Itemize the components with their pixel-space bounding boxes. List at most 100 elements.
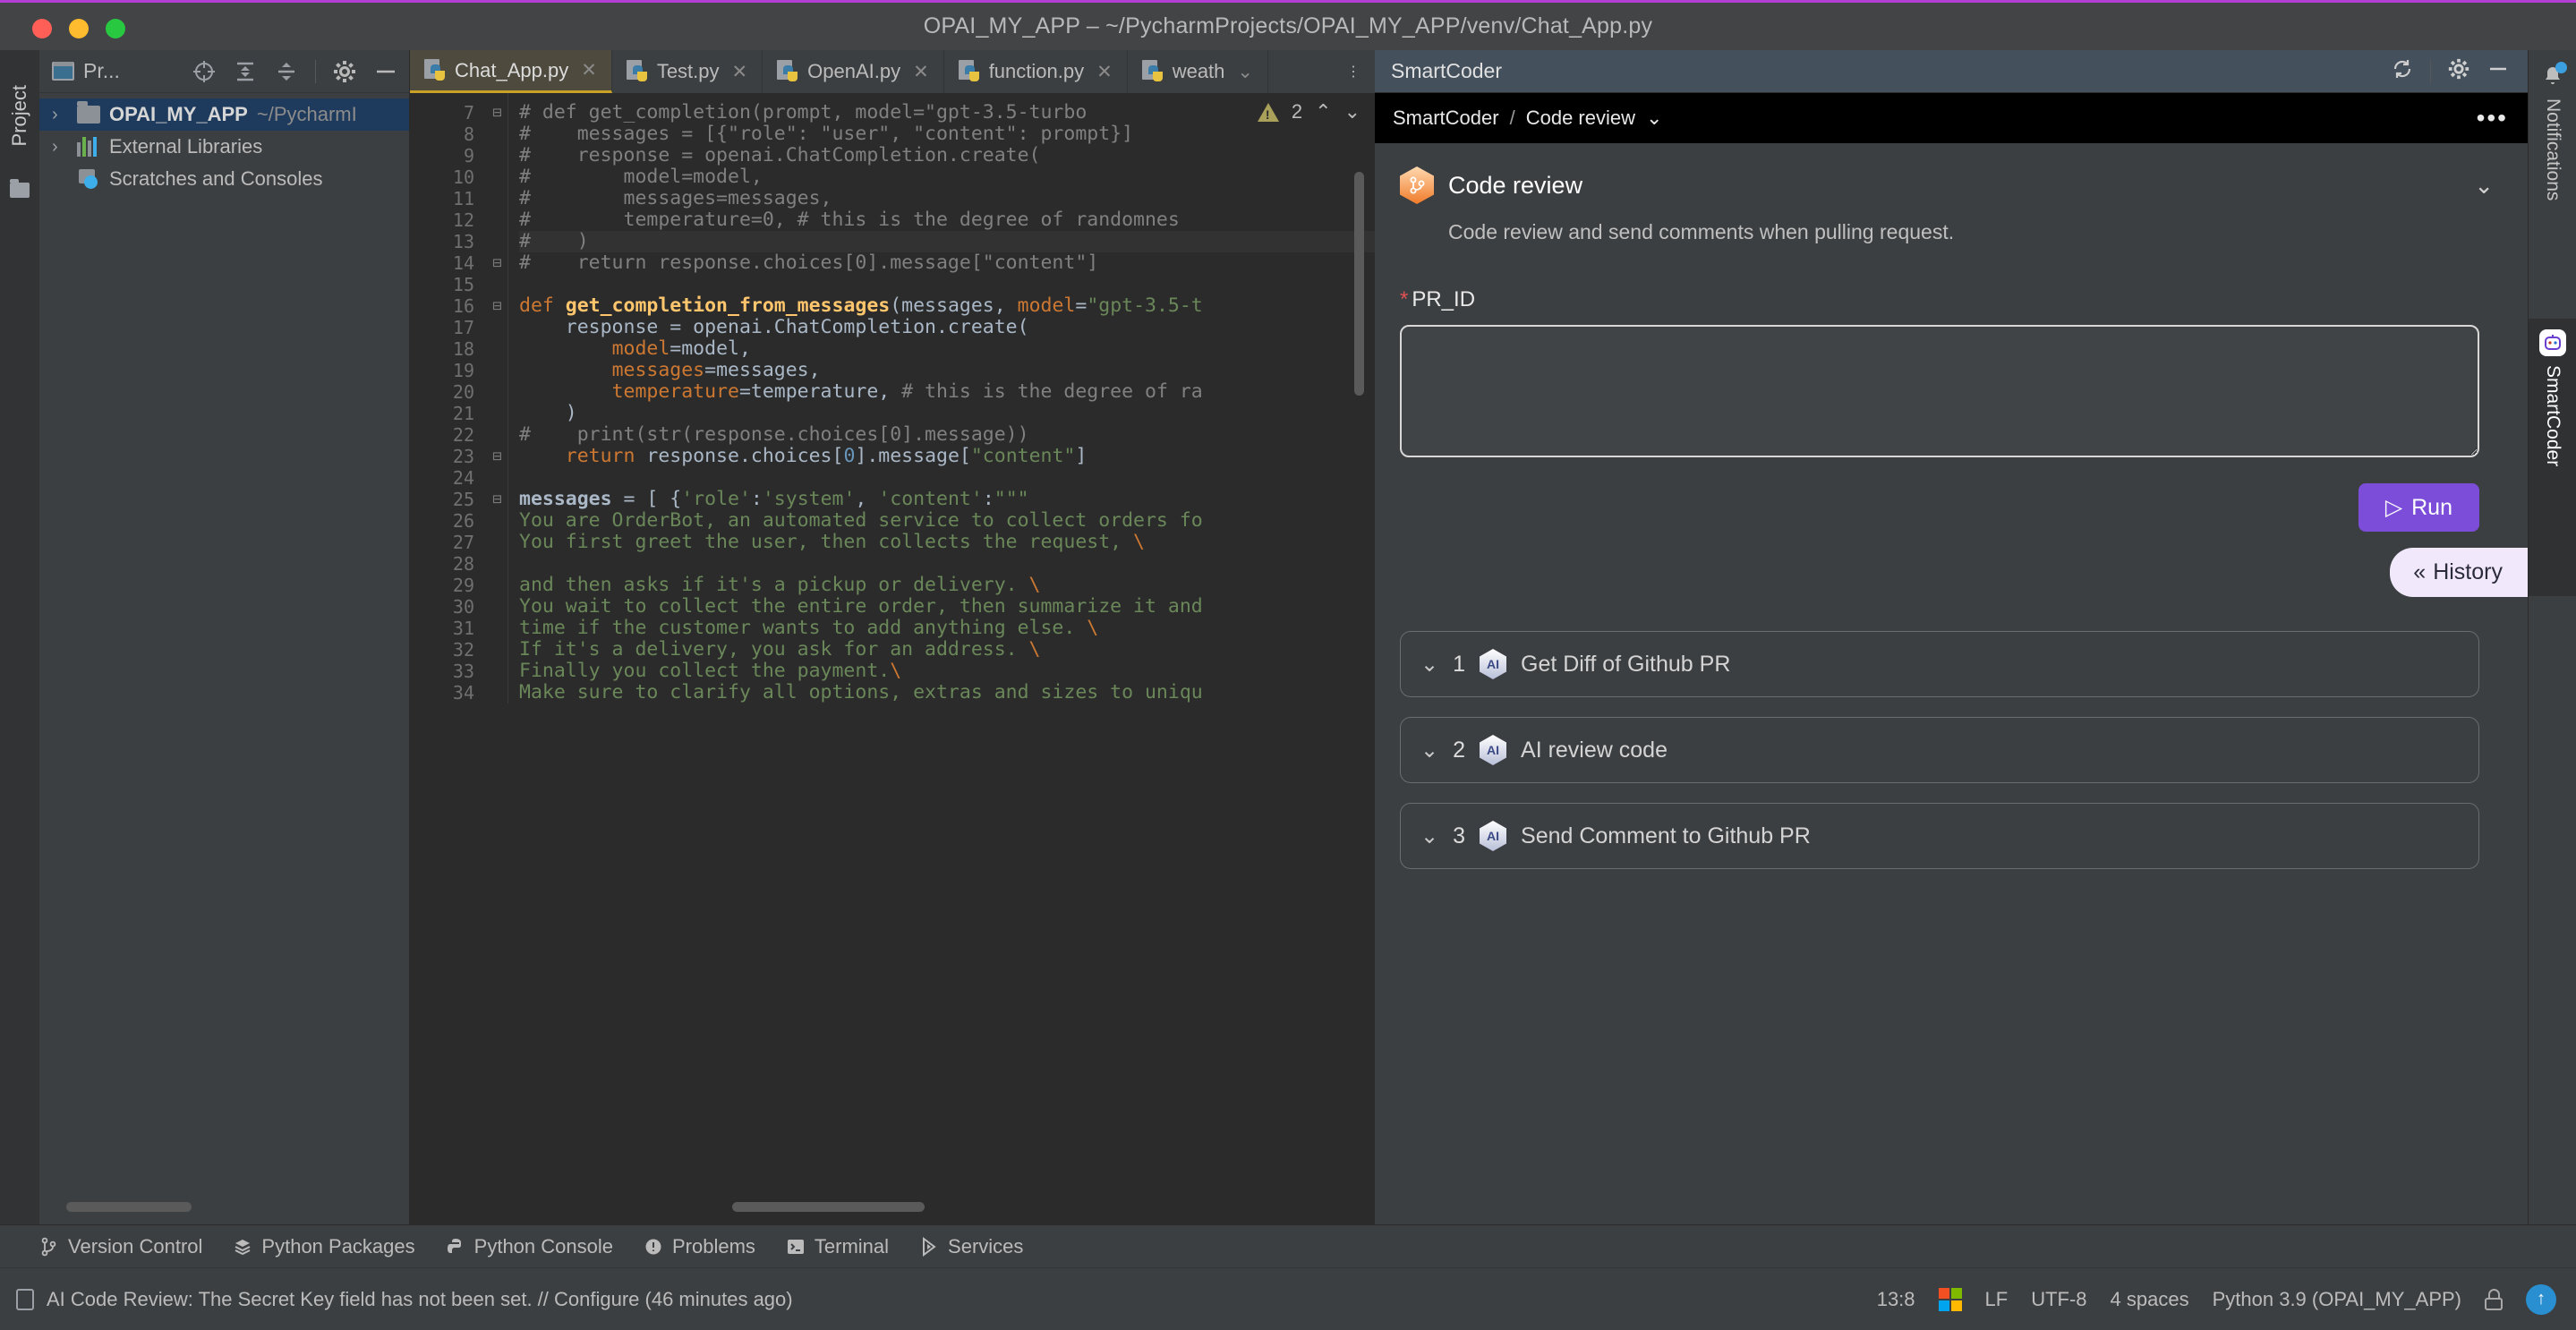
code-line[interactable]: messages=messages,	[519, 360, 1375, 381]
code-line[interactable]	[519, 467, 1375, 489]
file-encoding[interactable]: UTF-8	[2031, 1288, 2086, 1311]
editor-tab-function[interactable]: function.py ✕	[944, 50, 1128, 93]
code-line[interactable]: model=model,	[519, 338, 1375, 360]
maximize-window-button[interactable]	[106, 19, 125, 38]
refresh-icon[interactable]	[2391, 57, 2414, 85]
update-arrow-icon[interactable]: ↑	[2526, 1283, 2556, 1315]
code-line[interactable]: # )	[519, 231, 1375, 252]
locate-target-icon[interactable]	[192, 59, 217, 84]
close-tab-icon[interactable]: ✕	[732, 61, 748, 83]
code-line[interactable]: Make sure to clarify all options, extras…	[519, 682, 1375, 703]
code-line[interactable]: return response.choices[0].message["cont…	[519, 446, 1375, 467]
code-fold-toggle[interactable]: ⊟	[487, 489, 508, 510]
close-tab-icon[interactable]: ✕	[913, 61, 929, 83]
code-line[interactable]: # def get_completion(prompt, model="gpt-…	[519, 102, 1375, 124]
sidebar-tab-notifications[interactable]: Notifications	[2529, 54, 2576, 313]
close-tab-icon[interactable]: ✕	[1096, 61, 1113, 83]
code-line[interactable]: You first greet the user, then collects …	[519, 532, 1375, 553]
python-interpreter[interactable]: Python 3.9 (OPAI_MY_APP)	[2213, 1288, 2461, 1311]
code-line[interactable]: # model=model,	[519, 166, 1375, 188]
chevron-down-icon[interactable]: ⌄	[1646, 107, 1662, 130]
breadcrumb-root[interactable]: SmartCoder	[1393, 107, 1499, 130]
next-problem-icon[interactable]: ⌄	[1344, 100, 1361, 124]
close-window-button[interactable]	[32, 19, 52, 38]
code-line[interactable]: # messages=messages,	[519, 188, 1375, 209]
chevron-right-icon[interactable]: ›	[52, 138, 68, 156]
collapse-all-icon[interactable]	[274, 59, 299, 84]
code-line[interactable]: Finally you collect the payment.\	[519, 661, 1375, 682]
step-card-3[interactable]: ⌄ 3 AI Send Comment to Github PR	[1400, 803, 2479, 869]
code-line[interactable]: If it's a delivery, you ask for an addre…	[519, 639, 1375, 661]
hide-panel-icon[interactable]	[2486, 57, 2510, 85]
code-line[interactable]: temperature=temperature, # this is the d…	[519, 381, 1375, 403]
tool-button-python-packages[interactable]: Python Packages	[233, 1235, 415, 1258]
more-options-icon[interactable]: •••	[2477, 104, 2528, 132]
editor-tab-openai[interactable]: OpenAI.py ✕	[763, 50, 944, 93]
code-line[interactable]: # print(str(response.choices[0].message)…	[519, 424, 1375, 446]
editor-horizontal-scrollbar[interactable]	[732, 1202, 925, 1212]
minimize-window-button[interactable]	[69, 19, 89, 38]
tab-overflow-menu-icon[interactable]: ⋮	[1332, 50, 1375, 93]
tool-button-version-control[interactable]: Version Control	[39, 1235, 202, 1258]
code-line[interactable]: messages = [ {'role':'system', 'content'…	[519, 489, 1375, 510]
code-line[interactable]: )	[519, 403, 1375, 424]
gear-icon[interactable]	[332, 59, 357, 84]
hide-panel-icon[interactable]	[373, 59, 398, 84]
chevron-down-icon[interactable]: ⌄	[2474, 172, 2501, 200]
window-controls[interactable]	[32, 19, 125, 38]
step-card-2[interactable]: ⌄ 2 AI AI review code	[1400, 717, 2479, 783]
prev-problem-icon[interactable]: ⌃	[1315, 100, 1331, 124]
code-fold-toggle[interactable]: ⊟	[487, 446, 508, 467]
editor-tab-test[interactable]: Test.py ✕	[612, 50, 763, 93]
code-line[interactable]: # response = openai.ChatCompletion.creat…	[519, 145, 1375, 166]
lock-icon[interactable]	[2485, 1288, 2503, 1310]
chevron-down-icon[interactable]: ⌄	[1420, 823, 1438, 849]
editor-tab-chat-app[interactable]: Chat_App.py ✕	[410, 50, 612, 93]
code-fold-gutter[interactable]: ⊟ ⊟ ⊟ ⊟ ⊟	[487, 93, 508, 703]
folder-icon[interactable]	[10, 179, 30, 198]
code-fold-toggle[interactable]: ⊟	[487, 295, 508, 317]
chevron-down-icon[interactable]: ⌄	[1420, 737, 1438, 763]
code-line[interactable]: def get_completion_from_messages(message…	[519, 295, 1375, 317]
caret-position[interactable]: 13:8	[1877, 1288, 1915, 1311]
sidebar-tab-project[interactable]: Project	[0, 57, 39, 174]
pr-id-input[interactable]	[1400, 325, 2479, 457]
editor-inspection-widget[interactable]: 2 ⌃ ⌄	[1257, 100, 1361, 124]
code-line[interactable]	[519, 274, 1375, 295]
status-message-group[interactable]: AI Code Review: The Secret Key field has…	[16, 1288, 793, 1311]
chevron-down-icon[interactable]: ⌄	[1420, 652, 1438, 678]
tree-item-scratches-and-consoles[interactable]: Scratches and Consoles	[39, 163, 409, 195]
editor-vertical-scrollbar[interactable]	[1354, 172, 1364, 396]
editor-tab-weather[interactable]: weath ⌄	[1128, 50, 1269, 93]
line-separator[interactable]: LF	[1985, 1288, 2009, 1311]
code-fold-toggle[interactable]: ⊟	[487, 102, 508, 124]
chevron-down-icon[interactable]: ⌄	[1237, 61, 1253, 83]
step-card-1[interactable]: ⌄ 1 AI Get Diff of Github PR	[1400, 631, 2479, 697]
code-line[interactable]: response = openai.ChatCompletion.create(	[519, 317, 1375, 338]
sidebar-tab-smartcoder[interactable]: SmartCoder	[2529, 319, 2576, 596]
code-line[interactable]: You are OrderBot, an automated service t…	[519, 510, 1375, 532]
tool-button-python-console[interactable]: Python Console	[446, 1235, 613, 1258]
code-editor[interactable]: 2 ⌃ ⌄ 7891011121314151617181920212223242…	[410, 93, 1375, 1224]
code-line[interactable]: time if the customer wants to add anythi…	[519, 618, 1375, 639]
code-line[interactable]: # messages = [{"role": "user", "content"…	[519, 124, 1375, 145]
close-tab-icon[interactable]: ✕	[581, 59, 597, 81]
code-line[interactable]: and then asks if it's a pickup or delive…	[519, 575, 1375, 596]
run-button[interactable]: ▷ Run	[2358, 483, 2479, 532]
project-horizontal-scrollbar[interactable]	[66, 1202, 192, 1212]
code-line[interactable]	[519, 553, 1375, 575]
breadcrumb-current[interactable]: Code review	[1526, 107, 1635, 130]
status-message[interactable]: AI Code Review: The Secret Key field has…	[47, 1288, 793, 1311]
tree-item-external-libraries[interactable]: › External Libraries	[39, 131, 409, 163]
tool-button-services[interactable]: Services	[919, 1235, 1023, 1258]
chevron-right-icon[interactable]: ›	[52, 106, 68, 124]
code-text[interactable]: # def get_completion(prompt, model="gpt-…	[508, 93, 1375, 703]
code-fold-toggle[interactable]: ⊟	[487, 252, 508, 274]
code-line[interactable]: # return response.choices[0].message["co…	[519, 252, 1375, 274]
expand-all-icon[interactable]	[233, 59, 258, 84]
code-line[interactable]: # temperature=0, # this is the degree of…	[519, 209, 1375, 231]
code-line[interactable]: You wait to collect the entire order, th…	[519, 596, 1375, 618]
indent-setting[interactable]: 4 spaces	[2111, 1288, 2189, 1311]
tool-button-terminal[interactable]: Terminal	[786, 1235, 889, 1258]
windows-grid-icon[interactable]	[1938, 1287, 1962, 1311]
